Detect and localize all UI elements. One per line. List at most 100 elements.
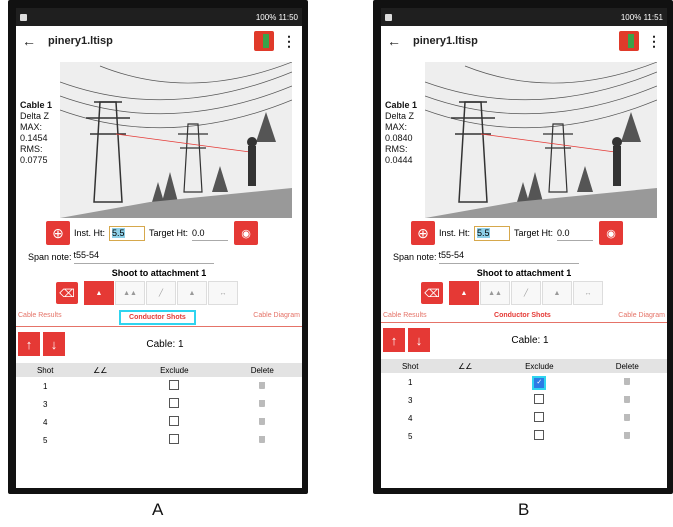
shot-number: 1 bbox=[407, 377, 413, 387]
delete-header: Delete bbox=[587, 359, 667, 373]
table-row: 5 bbox=[16, 431, 302, 449]
tower-mode-icon[interactable]: ▲ bbox=[449, 281, 479, 305]
exclude-checkbox[interactable] bbox=[534, 430, 545, 440]
inst-height-label: Inst. Ht: bbox=[74, 228, 106, 238]
camera-button[interactable]: ◉ bbox=[234, 221, 259, 245]
phone-b: 100% 11:51 ← pinery1.ltisp ⋮ Cable 1 Del… bbox=[373, 0, 673, 494]
dimension-mode-icon[interactable]: ↔ bbox=[208, 281, 238, 305]
clearance-mode-icon[interactable]: ▲ bbox=[177, 281, 207, 305]
tab-cable-results[interactable]: Cable Results bbox=[383, 312, 427, 319]
app-bar: ← pinery1.ltisp ⋮ bbox=[381, 26, 667, 56]
result-tabs: Cable Results Conductor Shots Cable Diag… bbox=[381, 312, 667, 319]
table-row: 1 ✓ bbox=[381, 373, 667, 391]
exclude-checkbox[interactable] bbox=[534, 394, 545, 404]
file-title: pinery1.ltisp bbox=[413, 35, 478, 47]
span-mode-icon[interactable]: ▲▲ bbox=[480, 281, 510, 305]
delete-icon[interactable] bbox=[624, 377, 631, 385]
rms-label: RMS: bbox=[20, 144, 43, 154]
cable-number: Cable: 1 bbox=[511, 334, 549, 346]
max-label: MAX: bbox=[20, 122, 43, 132]
clock-text: 11:51 bbox=[643, 12, 663, 22]
down-arrow-button[interactable]: ↓ bbox=[408, 328, 430, 352]
tab-conductor-shots[interactable]: Conductor Shots bbox=[494, 312, 551, 319]
span-note-label: Span note: bbox=[28, 252, 72, 262]
up-arrow-button[interactable]: ↑ bbox=[383, 328, 405, 352]
status-bar: 100% 11:51 bbox=[381, 8, 667, 26]
exclude-checkbox[interactable] bbox=[169, 434, 180, 444]
span-note-input[interactable]: t55-54 bbox=[73, 250, 214, 264]
cable-stats: Cable 1 Delta Z MAX: 0.0840 RMS: 0.0444 bbox=[385, 100, 417, 166]
crosshair-button[interactable]: ⊕ bbox=[46, 221, 70, 245]
status-bar: 100% 11:50 bbox=[16, 8, 302, 26]
back-arrow-icon[interactable]: ← bbox=[387, 33, 401, 49]
crosshair-button[interactable]: ⊕ bbox=[411, 221, 435, 245]
delete-icon[interactable] bbox=[259, 399, 266, 407]
delete-icon[interactable] bbox=[624, 431, 631, 439]
target-height-input[interactable]: 0.0 bbox=[557, 226, 594, 241]
delete-icon[interactable] bbox=[624, 413, 631, 421]
tab-cable-results[interactable]: Cable Results bbox=[18, 312, 62, 323]
table-row: 4 bbox=[381, 409, 667, 427]
sag-mode-icon[interactable]: ╱ bbox=[146, 281, 176, 305]
table-row: 4 bbox=[16, 413, 302, 431]
phone-a: 100% 11:50 ← pinery1.ltisp ⋮ Cable 1 Del… bbox=[8, 0, 308, 494]
delete-icon[interactable] bbox=[259, 435, 266, 443]
shoot-instruction: Shoot to attachment 1 bbox=[111, 268, 207, 278]
exclude-checkbox[interactable] bbox=[534, 412, 545, 422]
trash-button[interactable]: ⌫ bbox=[421, 282, 443, 304]
sag-mode-icon[interactable]: ╱ bbox=[511, 281, 541, 305]
angle-header: ∠∠ bbox=[439, 359, 492, 373]
clearance-mode-icon[interactable]: ▲ bbox=[542, 281, 572, 305]
notification-icon bbox=[20, 13, 27, 21]
trash-button[interactable]: ⌫ bbox=[56, 282, 78, 304]
camera-button[interactable]: ◉ bbox=[599, 221, 624, 245]
exclude-checkbox[interactable] bbox=[169, 398, 180, 408]
device-status-icon[interactable] bbox=[254, 31, 274, 51]
shoot-instruction: Shoot to attachment 1 bbox=[476, 268, 572, 278]
overflow-menu-icon[interactable]: ⋮ bbox=[282, 33, 296, 50]
camera-view-area: Cable 1 Delta Z MAX: 0.0840 RMS: 0.0444 bbox=[381, 56, 667, 218]
span-mode-icon[interactable]: ▲▲ bbox=[115, 281, 145, 305]
delete-icon[interactable] bbox=[624, 395, 631, 403]
dimension-mode-icon[interactable]: ↔ bbox=[573, 281, 603, 305]
table-row: 1 bbox=[16, 377, 302, 395]
max-label: MAX: bbox=[385, 122, 408, 132]
table-row: 3 bbox=[16, 395, 302, 413]
exclude-checkbox-checked[interactable]: ✓ bbox=[532, 375, 547, 390]
target-height-input[interactable]: 0.0 bbox=[192, 226, 229, 241]
rms-value: 0.0775 bbox=[20, 155, 48, 165]
tool-row: ⌫ ▲ ▲▲ ╱ ▲ ↔ bbox=[16, 280, 302, 306]
clock-text: 11:50 bbox=[278, 12, 298, 22]
power-line-illustration bbox=[425, 62, 657, 218]
exclude-checkbox[interactable] bbox=[169, 380, 180, 390]
back-arrow-icon[interactable]: ← bbox=[22, 33, 36, 49]
up-arrow-button[interactable]: ↑ bbox=[18, 332, 40, 356]
shot-number: 3 bbox=[407, 395, 413, 405]
file-title: pinery1.ltisp bbox=[48, 35, 113, 47]
exclude-checkbox[interactable] bbox=[169, 416, 180, 426]
inst-height-input[interactable]: 5.5 bbox=[474, 225, 511, 241]
inst-height-input[interactable]: 5.5 bbox=[109, 225, 146, 241]
delete-icon[interactable] bbox=[259, 381, 266, 389]
down-arrow-button[interactable]: ↓ bbox=[43, 332, 65, 356]
rms-label: RMS: bbox=[385, 144, 408, 154]
exclude-header: Exclude bbox=[126, 363, 223, 377]
span-note-input[interactable]: t55-54 bbox=[438, 250, 579, 264]
tower-mode-icon[interactable]: ▲ bbox=[84, 281, 114, 305]
overflow-menu-icon[interactable]: ⋮ bbox=[647, 33, 661, 50]
device-status-icon[interactable] bbox=[619, 31, 639, 51]
table-header: Shot ∠∠ Exclude Delete bbox=[16, 363, 302, 377]
rms-value: 0.0444 bbox=[385, 155, 413, 165]
delete-icon[interactable] bbox=[259, 417, 266, 425]
shot-number: 4 bbox=[42, 417, 48, 427]
exclude-header: Exclude bbox=[491, 359, 588, 373]
delete-header: Delete bbox=[222, 363, 302, 377]
tab-cable-diagram[interactable]: Cable Diagram bbox=[253, 312, 300, 323]
height-inputs-row: ⊕ Inst. Ht: 5.5 Target Ht: 0.0 ◉ bbox=[381, 220, 667, 246]
span-note-row: Span note: t55-54 bbox=[381, 248, 667, 266]
battery-text: 100% bbox=[620, 12, 642, 22]
caption-a: A bbox=[152, 500, 164, 519]
target-height-label: Target Ht: bbox=[514, 228, 554, 238]
tab-cable-diagram[interactable]: Cable Diagram bbox=[618, 312, 665, 319]
tab-conductor-shots[interactable]: Conductor Shots bbox=[119, 310, 196, 325]
